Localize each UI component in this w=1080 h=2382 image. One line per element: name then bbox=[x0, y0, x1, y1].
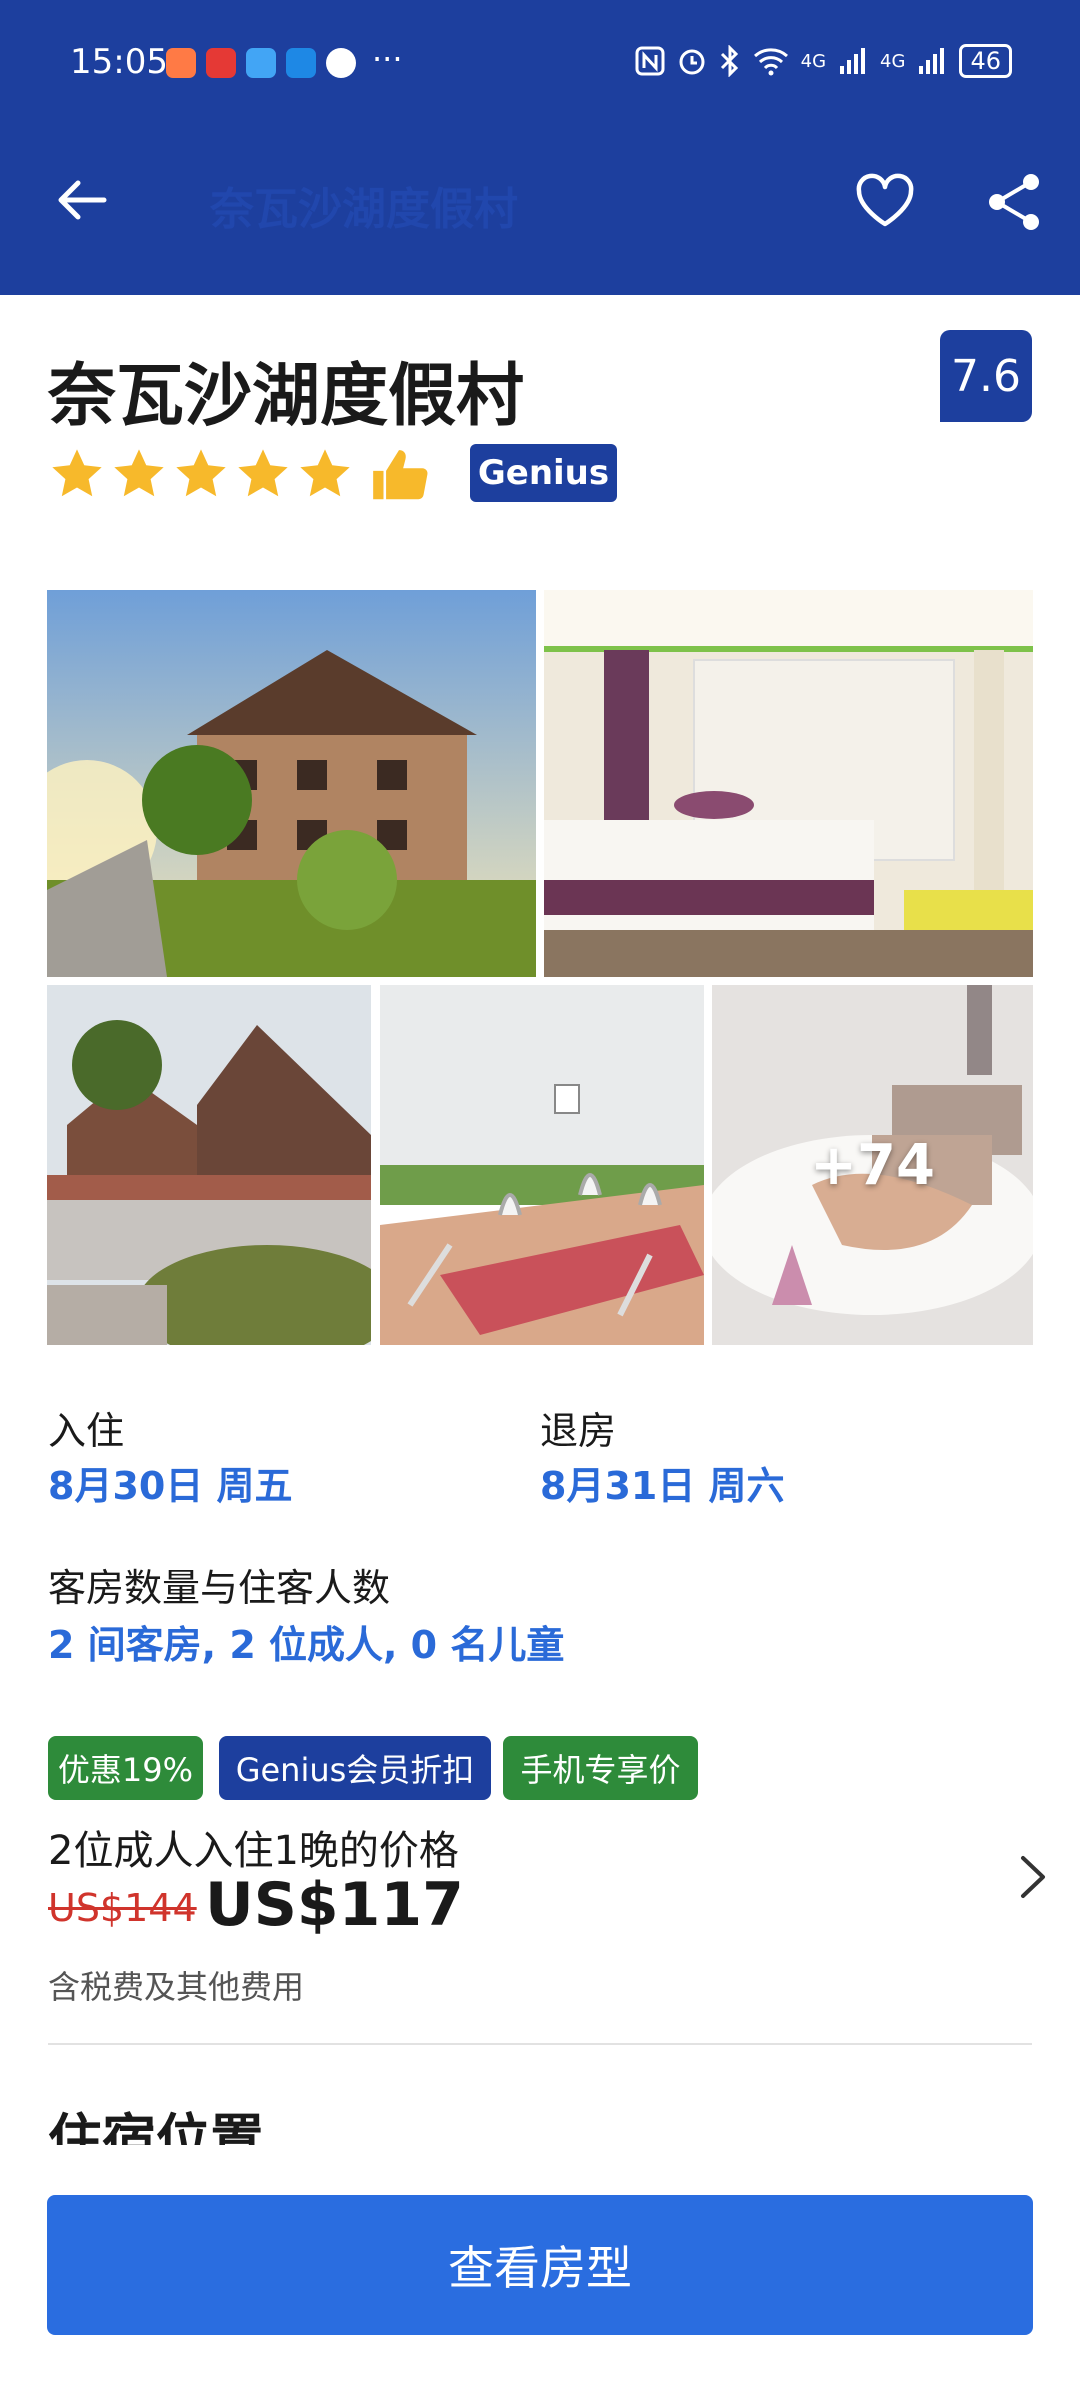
star-icon bbox=[176, 449, 226, 497]
favorite-heart-icon[interactable] bbox=[853, 170, 917, 234]
wifi-icon bbox=[753, 48, 788, 76]
star-icon bbox=[300, 449, 350, 497]
checkout-label: 退房 bbox=[540, 1409, 617, 1453]
more-photos-count: +74 bbox=[810, 1132, 935, 1198]
mobile-price-badge: 手机专享价 bbox=[503, 1736, 698, 1800]
hotel-exterior-image bbox=[47, 590, 536, 977]
app-header: 15:05 ··· 4G 4G 46 奈瓦沙湖度假村 bbox=[0, 0, 1080, 295]
current-price: US$117 bbox=[205, 1870, 464, 1940]
signal-icon bbox=[919, 48, 945, 74]
dining-table-image bbox=[380, 985, 704, 1345]
photo-hotel-exterior[interactable] bbox=[47, 590, 536, 977]
photo-lodge-roof[interactable] bbox=[47, 985, 371, 1345]
genius-discount-badge: Genius会员折扣 bbox=[219, 1736, 491, 1800]
thumbs-up-icon[interactable] bbox=[368, 445, 430, 507]
rooms-guests-label: 客房数量与住客人数 bbox=[48, 1566, 391, 1610]
nfc-icon bbox=[635, 46, 665, 76]
discount-badge: 优惠19% bbox=[48, 1736, 203, 1800]
notification-app-icon bbox=[246, 48, 276, 78]
checkin-date[interactable]: 8月30日 周五 bbox=[48, 1455, 293, 1510]
photo-food-dish[interactable]: +74 bbox=[712, 985, 1033, 1345]
chevron-right-icon[interactable] bbox=[1015, 1852, 1051, 1902]
status-bar: 15:05 ··· 4G 4G 46 bbox=[0, 0, 1080, 125]
rooms-guests-value[interactable]: 2 间客房, 2 位成人, 0 名儿童 bbox=[48, 1614, 564, 1669]
photo-dining-table[interactable] bbox=[380, 985, 704, 1345]
nav-title: 奈瓦沙湖度假村 bbox=[210, 184, 518, 235]
chat-bubble-icon bbox=[326, 48, 356, 78]
battery-indicator: 46 bbox=[959, 44, 1012, 78]
star-rating bbox=[48, 445, 430, 507]
share-icon[interactable] bbox=[985, 170, 1045, 234]
view-rooms-button[interactable]: 查看房型 bbox=[47, 2195, 1033, 2335]
checkout-date[interactable]: 8月31日 周六 bbox=[540, 1455, 785, 1510]
alarm-icon bbox=[679, 49, 705, 75]
more-notifications-icon: ··· bbox=[372, 40, 403, 78]
star-icon bbox=[52, 449, 102, 497]
notification-app-icon bbox=[206, 48, 236, 78]
more-photos-overlay[interactable]: +74 bbox=[712, 985, 1033, 1345]
star-icon bbox=[114, 449, 164, 497]
star-icon bbox=[238, 449, 288, 497]
status-right: 4G 4G 46 bbox=[635, 44, 1012, 78]
section-divider bbox=[48, 2043, 1032, 2045]
signal-icon bbox=[840, 48, 866, 74]
tax-note: 含税费及其他费用 bbox=[48, 1968, 305, 2006]
back-arrow-icon[interactable] bbox=[52, 170, 112, 230]
guest-room-image bbox=[544, 590, 1033, 977]
hotel-name: 奈瓦沙湖度假村 bbox=[48, 357, 525, 436]
bluetooth-icon bbox=[720, 45, 738, 77]
cloud-icon bbox=[286, 48, 316, 78]
lodge-roof-image bbox=[47, 985, 371, 1345]
network-type-label: 4G bbox=[800, 50, 827, 72]
genius-badge[interactable]: Genius bbox=[470, 444, 617, 502]
price-caption: 2位成人入住1晚的价格 bbox=[48, 1828, 459, 1874]
review-score-badge[interactable]: 7.6 bbox=[940, 330, 1032, 422]
original-price: US$144 bbox=[48, 1886, 197, 1930]
checkin-label: 入住 bbox=[48, 1409, 125, 1453]
photo-guest-room[interactable] bbox=[544, 590, 1033, 977]
notification-app-icon bbox=[166, 48, 196, 78]
network-type-label: 4G bbox=[880, 50, 906, 72]
status-time: 15:05 bbox=[70, 42, 168, 82]
